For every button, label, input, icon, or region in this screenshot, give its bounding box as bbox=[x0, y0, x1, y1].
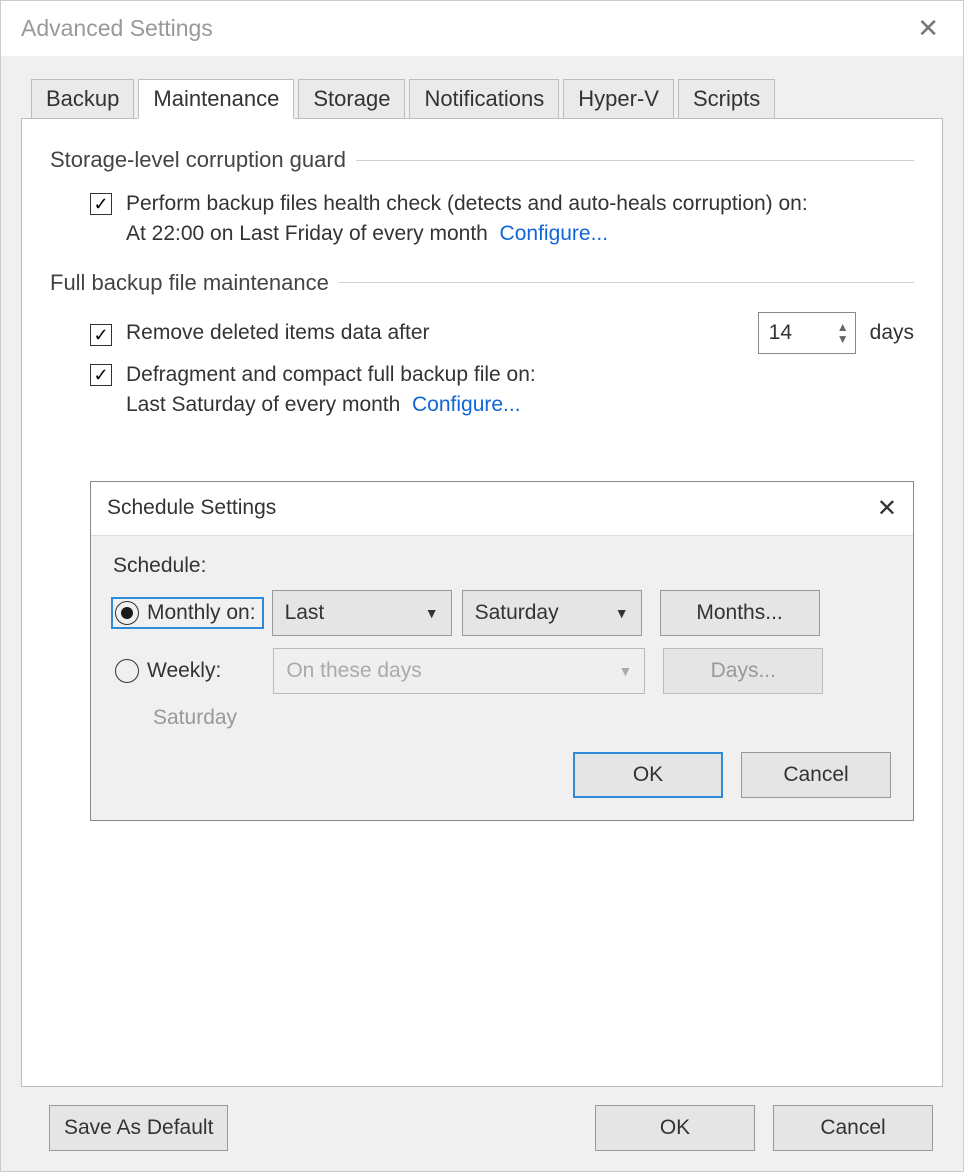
schedule-dialog-close-icon[interactable]: ✕ bbox=[877, 494, 897, 523]
spinner-arrows-icon[interactable]: ▲▼ bbox=[837, 321, 855, 345]
tab-pane-maintenance: Storage-level corruption guard Perform b… bbox=[21, 118, 943, 1087]
healthcheck-schedule: At 22:00 on Last Friday of every month bbox=[126, 222, 488, 245]
weekly-label: Weekly: bbox=[147, 659, 221, 683]
monthly-label: Monthly on: bbox=[147, 601, 256, 625]
months-button[interactable]: Months... bbox=[660, 590, 820, 636]
window-title: Advanced Settings bbox=[21, 15, 213, 42]
group-corruption-guard-label: Storage-level corruption guard bbox=[50, 147, 346, 173]
tab-backup[interactable]: Backup bbox=[31, 79, 134, 119]
defrag-text: Defragment and compact full backup file … bbox=[126, 360, 536, 421]
defrag-checkbox[interactable] bbox=[90, 364, 112, 386]
days-button: Days... bbox=[663, 648, 823, 694]
schedule-settings-dialog: Schedule Settings ✕ Schedule: Monthly on… bbox=[90, 481, 914, 821]
ok-button[interactable]: OK bbox=[595, 1105, 755, 1151]
remove-days-spinner[interactable]: 14 ▲▼ bbox=[758, 312, 856, 354]
schedule-dialog-title: Schedule Settings bbox=[107, 496, 276, 520]
healthcheck-checkbox[interactable] bbox=[90, 193, 112, 215]
schedule-cancel-button[interactable]: Cancel bbox=[741, 752, 891, 798]
weekly-placeholder: On these days bbox=[286, 659, 421, 683]
chevron-down-icon: ▼ bbox=[618, 663, 632, 679]
monthly-occurrence-value: Last bbox=[285, 601, 325, 625]
tab-bar: Backup Maintenance Storage Notifications… bbox=[31, 78, 943, 118]
schedule-ok-button[interactable]: OK bbox=[573, 752, 723, 798]
cancel-button[interactable]: Cancel bbox=[773, 1105, 933, 1151]
save-as-default-button[interactable]: Save As Default bbox=[49, 1105, 228, 1151]
group-corruption-guard: Storage-level corruption guard bbox=[50, 147, 914, 173]
healthcheck-text: Perform backup files health check (detec… bbox=[126, 189, 808, 250]
healthcheck-label: Perform backup files health check (detec… bbox=[126, 192, 808, 215]
monthly-occurrence-select[interactable]: Last ▼ bbox=[272, 590, 452, 636]
tab-storage[interactable]: Storage bbox=[298, 79, 405, 119]
tab-maintenance[interactable]: Maintenance bbox=[138, 79, 294, 119]
chevron-down-icon: ▼ bbox=[425, 605, 439, 621]
group-full-backup: Full backup file maintenance bbox=[50, 270, 914, 296]
remove-days-value: 14 bbox=[759, 318, 802, 348]
close-icon[interactable]: ✕ bbox=[909, 11, 947, 46]
defrag-schedule: Last Saturday of every month bbox=[126, 393, 400, 416]
monthly-day-select[interactable]: Saturday ▼ bbox=[462, 590, 642, 636]
remove-deleted-checkbox[interactable] bbox=[90, 324, 112, 346]
chevron-down-icon: ▼ bbox=[615, 605, 629, 621]
weekly-summary: Saturday bbox=[153, 706, 891, 730]
tab-notifications[interactable]: Notifications bbox=[409, 79, 559, 119]
schedule-label: Schedule: bbox=[113, 554, 891, 578]
defrag-configure-link[interactable]: Configure... bbox=[412, 393, 521, 416]
healthcheck-configure-link[interactable]: Configure... bbox=[500, 222, 609, 245]
weekly-radio[interactable] bbox=[115, 659, 139, 683]
days-unit-label: days bbox=[870, 318, 914, 348]
tab-hyperv[interactable]: Hyper-V bbox=[563, 79, 674, 119]
weekly-days-select: On these days ▼ bbox=[273, 648, 645, 694]
defrag-label: Defragment and compact full backup file … bbox=[126, 363, 536, 386]
remove-deleted-label: Remove deleted items data after bbox=[126, 318, 430, 348]
group-full-backup-label: Full backup file maintenance bbox=[50, 270, 329, 296]
monthly-day-value: Saturday bbox=[475, 601, 559, 625]
tab-scripts[interactable]: Scripts bbox=[678, 79, 775, 119]
monthly-radio[interactable] bbox=[115, 601, 139, 625]
